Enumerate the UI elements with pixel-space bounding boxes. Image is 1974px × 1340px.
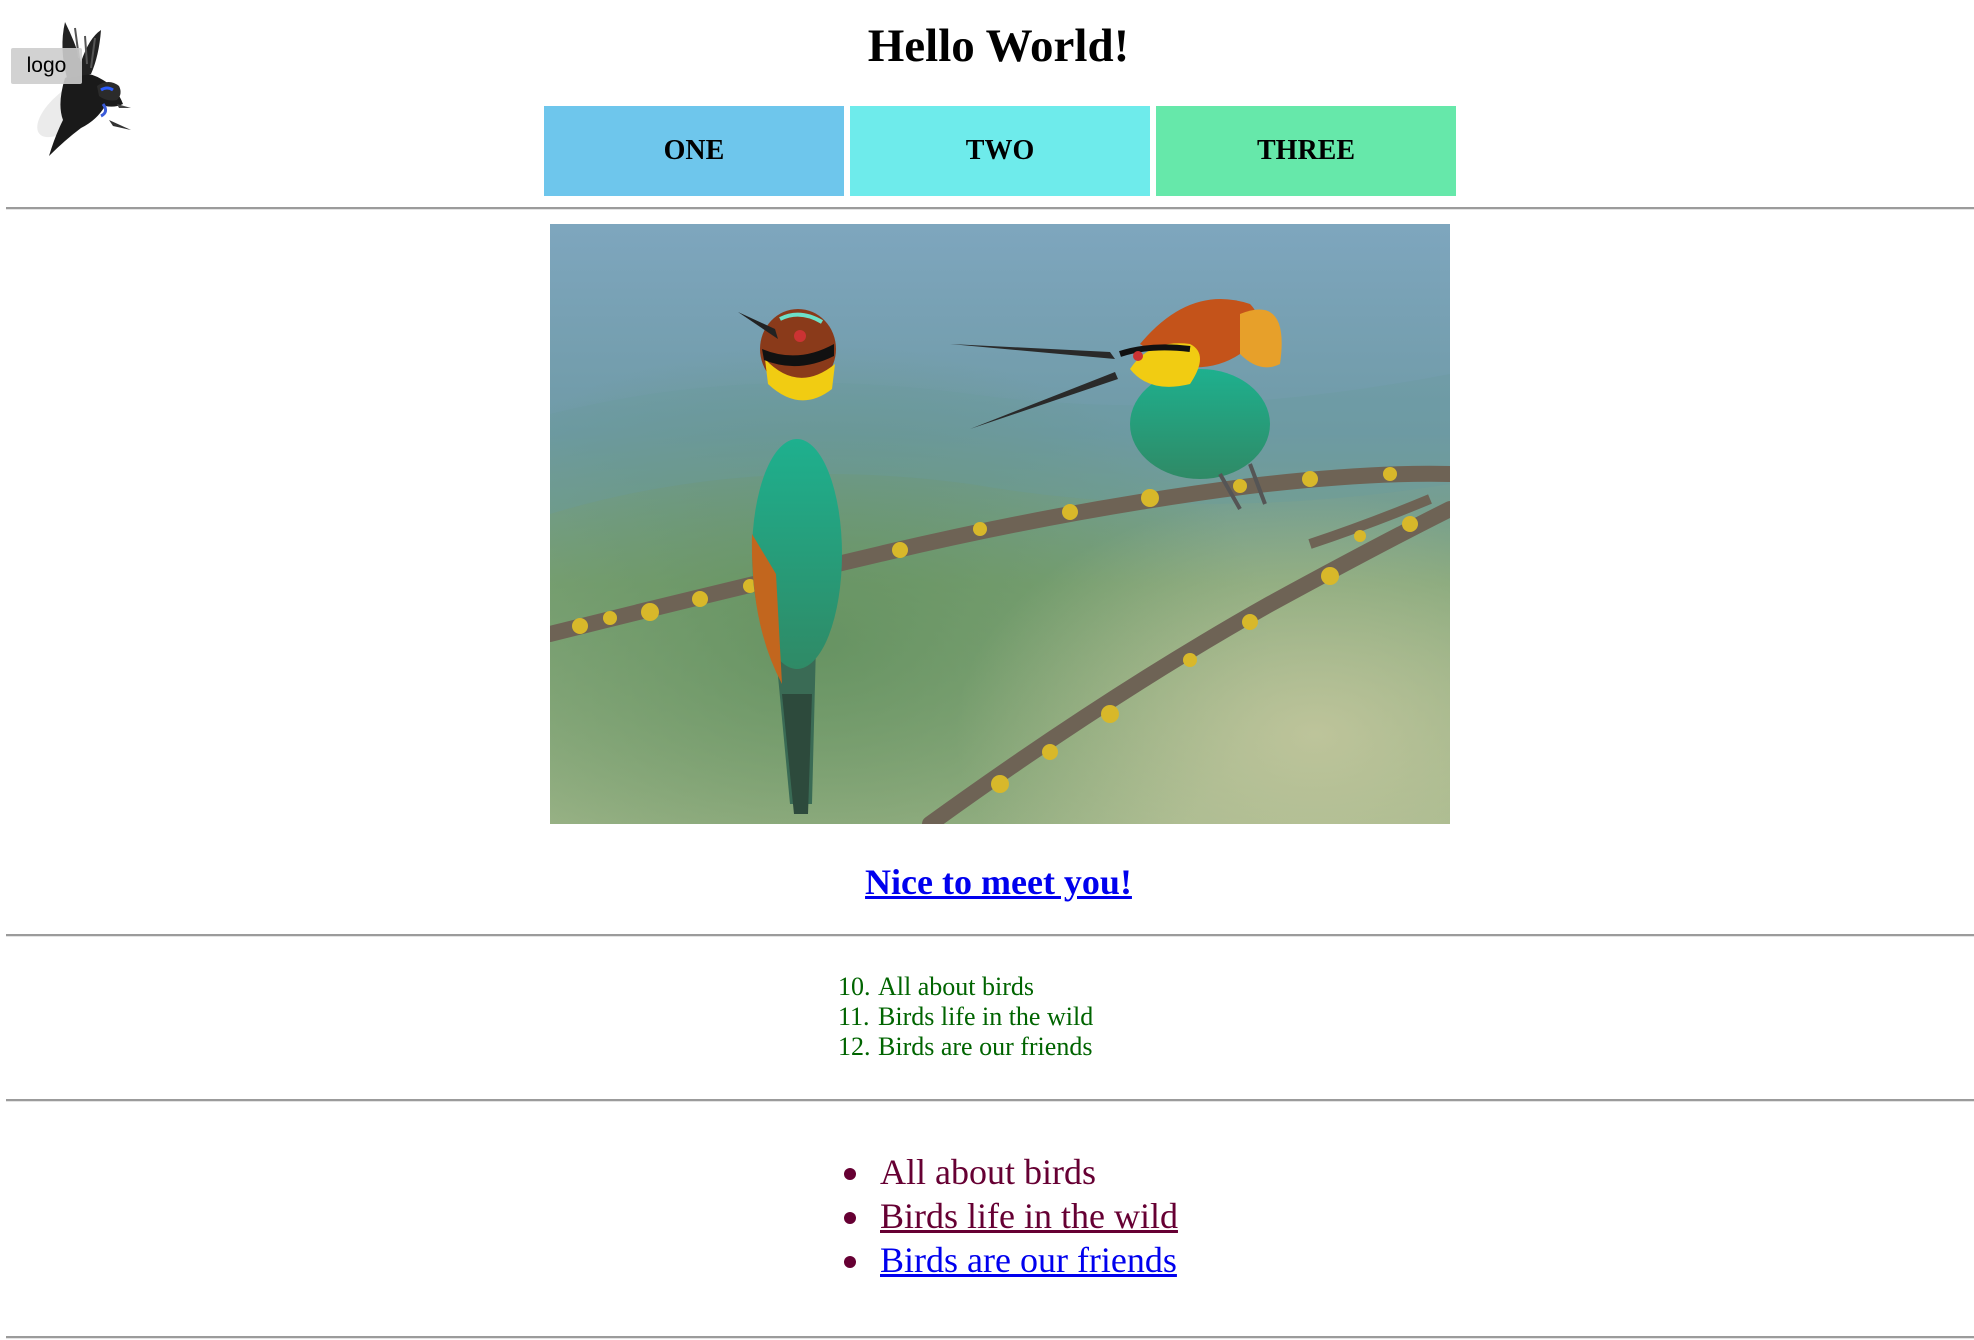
list-item: Birds are our friends: [840, 1238, 1178, 1282]
list-item: 12. Birds are our friends: [838, 1032, 1093, 1062]
bee-eaters-image: [550, 224, 1450, 824]
bullet-icon: [844, 1168, 856, 1180]
bird-photo: [550, 224, 1450, 824]
divider: [6, 1099, 1974, 1102]
list-item: All about birds: [840, 1150, 1178, 1194]
list-item-text: Birds life in the wild: [878, 1002, 1094, 1031]
divider: [6, 207, 1974, 210]
page-title: Hello World!: [867, 20, 1130, 72]
greeting: Nice to meet you!: [0, 858, 1974, 906]
divider: [6, 934, 1974, 937]
birds-friends-link[interactable]: Birds are our friends: [880, 1240, 1177, 1280]
list-item-text: All about birds: [880, 1152, 1096, 1192]
list-number: 11.: [838, 1002, 870, 1031]
list-number: 10.: [838, 972, 871, 1001]
list-item-text: All about birds: [878, 972, 1034, 1001]
list-item: 11. Birds life in the wild: [838, 1002, 1093, 1032]
tab-three[interactable]: THREE: [1156, 106, 1456, 196]
divider: [6, 1336, 1974, 1339]
birds-life-link[interactable]: Birds life in the wild: [880, 1196, 1178, 1236]
list-item: Birds life in the wild: [840, 1194, 1178, 1238]
greeting-link[interactable]: Nice to meet you!: [865, 862, 1132, 902]
tab-one[interactable]: ONE: [544, 106, 844, 196]
list-item-text: Birds are our friends: [878, 1032, 1093, 1061]
tab-two[interactable]: TWO: [850, 106, 1150, 196]
nav-bar: ONE TWO THREE: [544, 106, 1456, 196]
numbered-list: 10. All about birds 11. Birds life in the …: [838, 972, 1093, 1062]
bullet-list: All about birds Birds life in the wild B…: [840, 1150, 1178, 1282]
bullet-icon: [844, 1256, 856, 1268]
list-number: 12.: [838, 1032, 871, 1061]
bullet-icon: [844, 1212, 856, 1224]
list-item: 10. All about birds: [838, 972, 1093, 1002]
